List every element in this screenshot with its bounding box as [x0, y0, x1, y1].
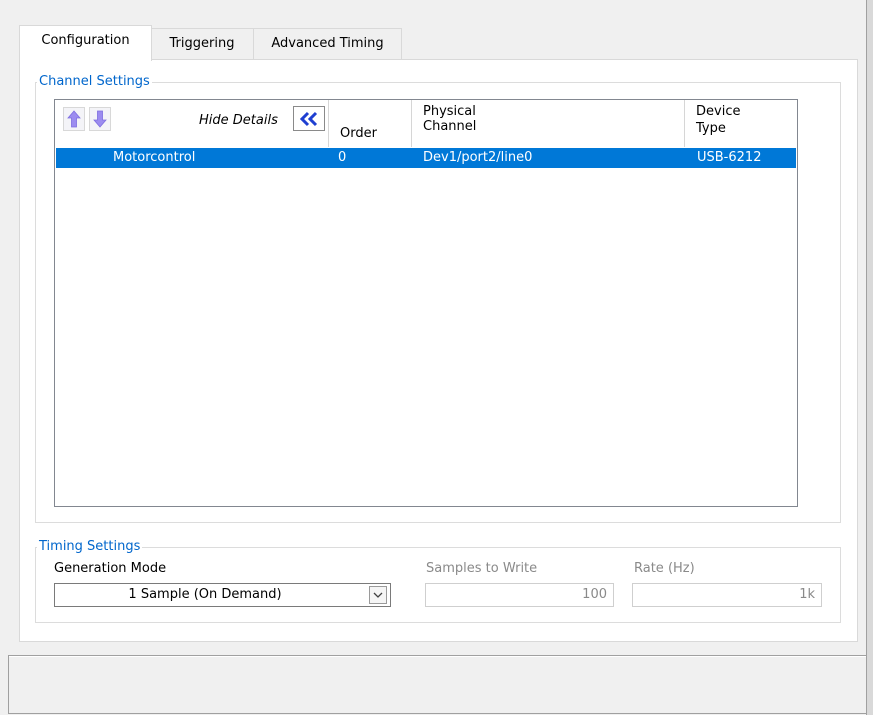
bottom-panel-left-edge [8, 656, 9, 714]
table-header-tools: Hide Details [55, 100, 328, 147]
order-cell: 0 [338, 150, 347, 165]
column-header-order[interactable]: Order [328, 100, 412, 147]
generation-mode-select[interactable]: 1 Sample (On Demand) [54, 583, 391, 607]
column-header-device-label: Device [696, 104, 741, 119]
generation-mode-dropdown-button[interactable] [369, 586, 387, 604]
tab-advanced-timing[interactable]: Advanced Timing [253, 28, 402, 59]
samples-to-write-label: Samples to Write [426, 561, 538, 576]
arrow-down-icon [93, 110, 107, 128]
hide-details-label: Hide Details [199, 113, 278, 128]
table-row[interactable]: Motorcontrol 0 Dev1/port2/line0 USB-6212 [56, 148, 796, 168]
bottom-separator [8, 655, 866, 657]
double-chevron-left-icon [299, 111, 318, 126]
bottom-panel-bottom-edge [8, 713, 866, 714]
samples-to-write-field: 100 [425, 583, 614, 607]
rate-field: 1k [632, 583, 822, 607]
channel-name-cell: Motorcontrol [113, 150, 196, 165]
column-header-channel-label: Channel [423, 119, 477, 134]
column-header-physical-channel[interactable]: Physical Channel [412, 100, 685, 147]
move-down-button[interactable] [89, 107, 111, 131]
physical-channel-cell: Dev1/port2/line0 [423, 150, 533, 165]
generation-mode-label: Generation Mode [54, 561, 167, 576]
column-header-order-label: Order [340, 126, 377, 141]
hide-details-button[interactable] [293, 106, 325, 131]
column-header-device-type[interactable]: Device Type [685, 100, 797, 147]
generation-mode-value: 1 Sample (On Demand) [128, 587, 282, 602]
tab-configuration[interactable]: Configuration [19, 25, 152, 61]
vertical-scrollbar[interactable] [797, 100, 798, 506]
column-header-physical-label: Physical [423, 104, 476, 119]
chevron-down-icon [373, 592, 383, 598]
channel-table[interactable]: Hide Details Order Physical Channel Devi… [54, 99, 798, 507]
column-header-type-label: Type [696, 121, 726, 136]
device-type-cell: USB-6212 [697, 150, 762, 165]
timing-settings-legend: Timing Settings [37, 539, 143, 555]
rate-label: Rate (Hz) [634, 561, 695, 576]
arrow-up-icon [67, 110, 81, 128]
window-right-edge [866, 0, 873, 715]
move-up-button[interactable] [63, 107, 85, 131]
configuration-panel: Channel Settings Hide Details Order Phys… [19, 59, 858, 642]
tab-triggering[interactable]: Triggering [150, 28, 254, 59]
channel-settings-legend: Channel Settings [37, 74, 152, 90]
